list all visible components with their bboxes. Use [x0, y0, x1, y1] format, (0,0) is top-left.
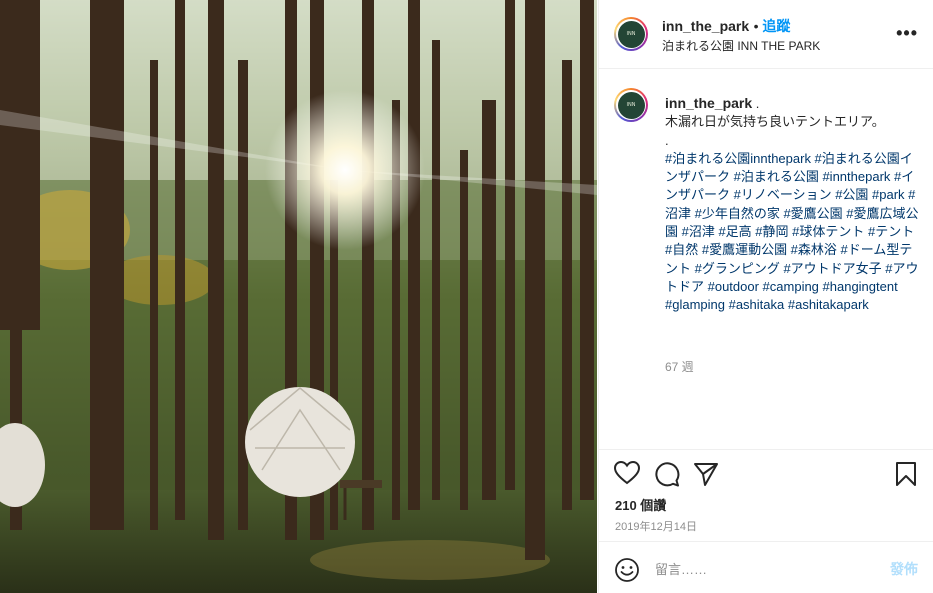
location-link[interactable]: 泊まれる公園 INN THE PARK [662, 37, 820, 54]
share-icon[interactable] [693, 461, 719, 487]
caption-hashtags[interactable]: #泊まれる公園innthepark #泊まれる公園インザパーク #泊まれる公園 … [665, 151, 919, 312]
post-photo[interactable] [0, 0, 597, 593]
likes-count[interactable]: 210 個讚 [615, 495, 666, 514]
post-header: INN inn_the_park • 追蹤 泊まれる公園 INN THE PAR… [599, 0, 933, 69]
post-date: 2019年12月14日 [615, 521, 697, 533]
avatar-logo: INN [617, 20, 645, 48]
header-username[interactable]: inn_the_park [662, 18, 749, 34]
comment-bar: 留言…… 發佈 [599, 541, 933, 593]
divider [599, 449, 933, 450]
caption-avatar[interactable]: INN [614, 88, 648, 122]
header-user-line: inn_the_park • 追蹤 [662, 16, 790, 36]
caption: inn_the_park . 木漏れ日が気持ち良いテントエリア。 . #泊まれる… [665, 94, 923, 315]
comment-input[interactable]: 留言…… [655, 559, 707, 578]
avatar-logo: INN [617, 91, 645, 119]
caption-separator: . [665, 132, 669, 148]
caption-text: 木漏れ日が気持ち良いテントエリア。 [665, 114, 885, 130]
caption-dot: . [755, 96, 760, 111]
more-options-icon[interactable]: ••• [896, 23, 918, 44]
emoji-icon[interactable] [614, 557, 640, 583]
caption-time: 67 週 [665, 360, 694, 374]
heart-icon[interactable] [614, 461, 640, 485]
comment-icon[interactable] [654, 461, 680, 487]
follow-button[interactable]: 追蹤 [762, 18, 790, 34]
post-comment-button[interactable]: 發佈 [890, 559, 918, 579]
post-side-panel: INN inn_the_park • 追蹤 泊まれる公園 INN THE PAR… [598, 0, 933, 593]
caption-username[interactable]: inn_the_park [665, 95, 752, 111]
forest-photo-illustration [0, 0, 597, 593]
avatar[interactable]: INN [614, 17, 648, 51]
bookmark-icon[interactable] [895, 461, 917, 487]
